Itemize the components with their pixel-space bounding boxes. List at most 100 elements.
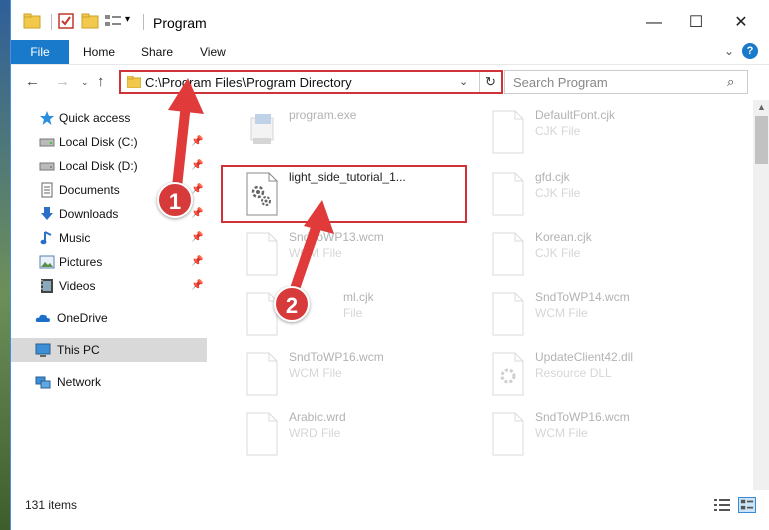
videos-icon bbox=[41, 279, 53, 293]
file-icon bbox=[492, 110, 524, 154]
dll-icon bbox=[492, 352, 524, 396]
ribbon-tabs: File Home Share View ⌄ ? bbox=[11, 40, 769, 64]
exe-icon bbox=[250, 114, 274, 144]
tab-view[interactable]: View bbox=[200, 40, 226, 64]
list-item[interactable]: Korean.cjk CJK File bbox=[483, 226, 719, 282]
vertical-scrollbar[interactable]: ▲ bbox=[753, 100, 769, 490]
file-icon bbox=[492, 172, 524, 216]
pin-icon[interactable]: 📌 bbox=[191, 280, 203, 291]
file-type: WCM File bbox=[535, 306, 588, 320]
refresh-icon[interactable]: ↻ bbox=[479, 72, 501, 92]
pin-icon[interactable]: 📌 bbox=[191, 256, 203, 267]
sidebar-item-label: Local Disk (D:) bbox=[59, 159, 138, 173]
minimize-button[interactable]: — bbox=[631, 8, 677, 38]
recent-locations-icon[interactable]: ⌄ bbox=[81, 77, 89, 88]
quick-access-divider bbox=[51, 14, 52, 30]
sidebar-item-label: Quick access bbox=[59, 111, 131, 125]
file-icon bbox=[246, 412, 278, 456]
file-type: File bbox=[343, 306, 363, 320]
forward-arrow-icon[interactable]: → bbox=[55, 73, 70, 90]
sidebar-item-this-pc[interactable]: This PC bbox=[11, 338, 207, 362]
title-bar: ▾ Program — ☐ ✕ bbox=[11, 0, 769, 40]
file-name: Korean.cjk bbox=[535, 230, 592, 244]
file-name: DefaultFont.cjk bbox=[535, 108, 616, 122]
documents-icon bbox=[41, 182, 53, 198]
status-bar: 131 items bbox=[11, 490, 769, 520]
step-marker-2: 2 bbox=[274, 286, 310, 322]
sidebar-item-music[interactable]: Music 📌 bbox=[11, 226, 207, 250]
sidebar-item-label: Downloads bbox=[59, 207, 119, 221]
new-folder-icon[interactable] bbox=[81, 12, 99, 30]
sidebar-item-label: Local Disk (C:) bbox=[59, 135, 138, 149]
tab-file[interactable]: File bbox=[11, 40, 69, 64]
tiles-view-icon[interactable] bbox=[738, 497, 756, 513]
file-icon bbox=[246, 232, 278, 276]
drive-icon bbox=[39, 138, 55, 147]
folder-icon[interactable] bbox=[23, 12, 41, 30]
sidebar-item-label: Documents bbox=[59, 183, 120, 197]
list-item[interactable]: DefaultFont.cjk CJK File bbox=[483, 104, 719, 160]
sidebar-item-label: This PC bbox=[57, 343, 100, 357]
properties-check-icon[interactable] bbox=[57, 12, 75, 30]
close-button[interactable]: ✕ bbox=[718, 8, 764, 38]
folder-icon bbox=[127, 76, 141, 88]
pin-icon[interactable]: 📌 bbox=[191, 208, 203, 219]
search-input[interactable]: Search Program ⌕ bbox=[504, 70, 748, 94]
quick-access-dropdown-icon[interactable]: ▾ bbox=[125, 14, 137, 32]
file-name: program.exe bbox=[289, 108, 357, 122]
pin-icon[interactable]: 📌 bbox=[191, 232, 203, 243]
file-name: SndToWP16.wcm bbox=[535, 410, 630, 424]
scrollbar-thumb[interactable] bbox=[755, 116, 768, 164]
sidebar-item-label: Network bbox=[57, 375, 102, 389]
list-item[interactable]: ml.cjk File bbox=[237, 286, 473, 342]
sidebar-item-label: Pictures bbox=[59, 255, 103, 269]
tab-home[interactable]: Home bbox=[83, 40, 115, 64]
list-item[interactable]: program.exe bbox=[237, 104, 473, 160]
details-view-icon[interactable] bbox=[714, 498, 730, 512]
pictures-icon bbox=[39, 255, 55, 269]
file-type: WRD File bbox=[289, 426, 341, 440]
list-item[interactable]: SndToWP16.wcm WCM File bbox=[237, 346, 473, 402]
scroll-up-icon[interactable]: ▲ bbox=[757, 102, 766, 112]
file-type: WCM File bbox=[535, 426, 588, 440]
list-item[interactable]: gfd.cjk CJK File bbox=[483, 166, 719, 222]
list-item[interactable]: SndToWP13.wcm WCM File bbox=[237, 226, 473, 282]
file-type: Resource DLL bbox=[535, 366, 612, 380]
file-icon bbox=[492, 232, 524, 276]
star-icon bbox=[40, 111, 54, 125]
file-icon bbox=[492, 412, 524, 456]
tab-share[interactable]: Share bbox=[141, 40, 173, 64]
file-type: CJK File bbox=[535, 186, 581, 200]
up-arrow-icon[interactable]: ↑ bbox=[97, 73, 105, 90]
maximize-button[interactable]: ☐ bbox=[673, 8, 719, 38]
address-row: ← → ⌄ ↑ C:\Program Files\Program Directo… bbox=[11, 64, 769, 100]
drive-icon bbox=[39, 162, 55, 171]
title-divider bbox=[143, 14, 144, 30]
file-icon bbox=[492, 292, 524, 336]
address-dropdown-icon[interactable]: ⌄ bbox=[459, 75, 468, 88]
expand-ribbon-icon[interactable]: ⌄ bbox=[724, 44, 734, 58]
sidebar-item-onedrive[interactable]: OneDrive bbox=[11, 306, 207, 330]
file-type: WCM File bbox=[289, 366, 342, 380]
file-name: SndToWP16.wcm bbox=[289, 350, 384, 364]
file-icon bbox=[246, 352, 278, 396]
help-icon[interactable]: ? bbox=[742, 43, 758, 59]
cloud-icon bbox=[35, 314, 50, 322]
list-item[interactable]: Arabic.wrd WRD File bbox=[237, 406, 473, 462]
file-type: CJK File bbox=[535, 124, 581, 138]
list-item[interactable]: SndToWP16.wcm WCM File bbox=[483, 406, 719, 462]
sidebar-item-label: OneDrive bbox=[57, 311, 108, 325]
window-title: Program bbox=[153, 15, 207, 31]
back-arrow-icon[interactable]: ← bbox=[25, 73, 40, 90]
item-count: 131 items bbox=[25, 498, 78, 512]
sidebar-item-pictures[interactable]: Pictures 📌 bbox=[11, 250, 207, 274]
customize-icon[interactable] bbox=[103, 12, 123, 30]
file-name: ml.cjk bbox=[343, 290, 374, 304]
sidebar-item-videos[interactable]: Videos 📌 bbox=[11, 274, 207, 298]
computer-icon bbox=[35, 343, 51, 357]
list-item[interactable]: UpdateClient42.dll Resource DLL bbox=[483, 346, 719, 402]
search-icon[interactable]: ⌕ bbox=[727, 74, 734, 90]
list-item[interactable]: SndToWP14.wcm WCM File bbox=[483, 286, 719, 342]
sidebar-item-label: Videos bbox=[59, 279, 96, 293]
sidebar-item-network[interactable]: Network bbox=[11, 370, 207, 394]
